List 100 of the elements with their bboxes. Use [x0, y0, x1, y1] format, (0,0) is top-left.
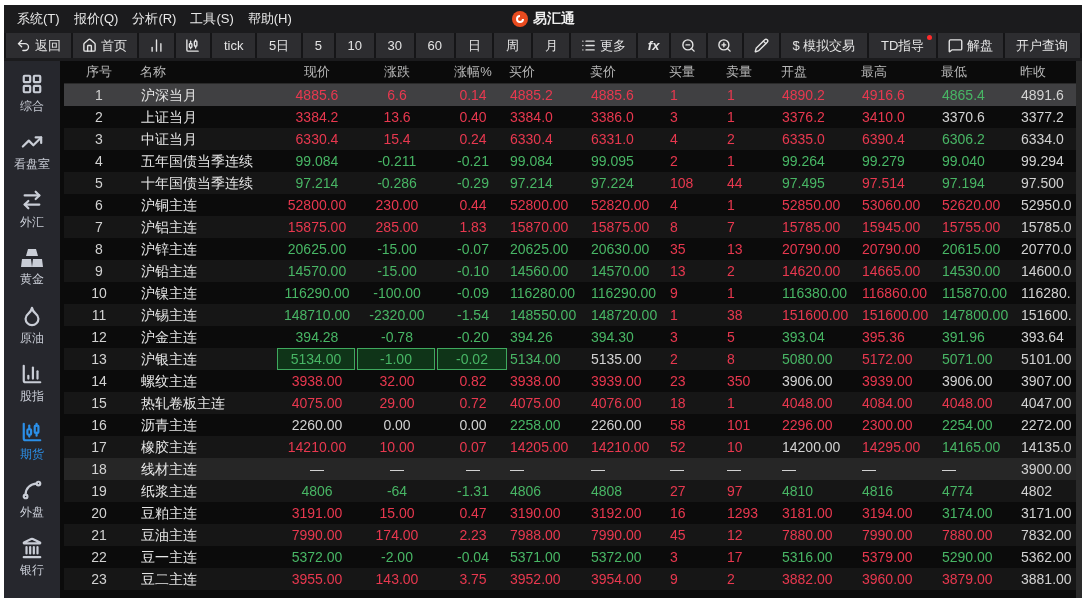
table-cell: -1.54 [457, 307, 489, 323]
column-header[interactable]: 涨跌 [357, 63, 437, 81]
toolbar-button[interactable] [707, 33, 743, 58]
table-row[interactable]: 13 沪银主连 5134.00 -1.00 -0.02 5134.00 5135.00 2 8 5080.00 5172.00 5071.00 5101.00 [64, 348, 1076, 370]
sidebar-item[interactable]: 黄金 [4, 239, 60, 297]
table-cell: 5134.00 [510, 351, 561, 367]
table-row[interactable]: 9 沪铅主连 14570.00 -15.00 -0.10 14560.00 14570.00 13 2 14620.00 14665.00 14530.00 14600.0 [64, 260, 1076, 282]
toolbar-button[interactable]: 更多 [571, 33, 637, 58]
table-cell: 5101.00 [1021, 351, 1072, 367]
table-cell: 393.04 [782, 329, 825, 345]
table-row[interactable]: 7 沪铝主连 15875.00 285.00 1.83 15870.00 15875.00 8 7 15785.00 15945.00 15755.00 15785.0 [64, 216, 1076, 238]
table-cell: 148720.00 [591, 307, 658, 323]
column-header[interactable]: 买价 [509, 63, 590, 81]
column-header[interactable]: 最低 [941, 63, 1020, 81]
column-header[interactable]: 卖量 [726, 63, 781, 81]
sidebar-item[interactable]: 银行 [4, 529, 60, 587]
table-row[interactable]: 5 十年国债当季连续 97.214 -0.286 -0.29 97.214 97.224 108 44 97.495 97.514 97.194 97.500 [64, 172, 1076, 194]
table-cell: 1 [670, 87, 678, 103]
row-number: 12 [91, 329, 107, 345]
table-cell: 18 [670, 395, 686, 411]
toolbar-button[interactable]: TD指导 [869, 33, 937, 58]
toolbar-button[interactable]: 返回 [6, 33, 71, 58]
toolbar-button[interactable]: tick [212, 33, 256, 58]
table-cell: 4802 [1021, 483, 1053, 499]
zoom-out-icon [680, 38, 696, 53]
table-cell: 4774 [942, 483, 974, 499]
logo-icon [511, 11, 528, 27]
table-cell: 4 [670, 197, 678, 213]
table-cell: -0.02 [456, 351, 488, 367]
table-cell: 99.264 [782, 153, 825, 169]
table-row[interactable]: 17 橡胶主连 14210.00 10.00 0.07 14205.00 14210.00 52 10 14200.00 14295.00 14165.00 14135.0 [64, 436, 1076, 458]
sidebar-item[interactable]: 外汇 [4, 181, 60, 239]
table-cell: 7990.00 [862, 527, 913, 543]
toolbar-button[interactable]: 首页 [72, 33, 138, 58]
table-row[interactable]: 3 中证当月 6330.4 15.4 0.24 6330.4 6331.0 4 2 6335.0 6390.4 6306.2 6334.0 [64, 128, 1076, 150]
toolbar-button[interactable]: 周 [494, 33, 531, 58]
table-row[interactable]: 1 沪深当月 4885.6 6.6 0.14 4885.2 4885.6 1 1 4890.2 4916.6 4865.4 4891.6 [64, 84, 1076, 106]
menu-item[interactable]: 帮助(H) [240, 10, 299, 28]
column-header[interactable]: 开盘 [781, 63, 861, 81]
table-row[interactable]: 21 豆油主连 7990.00 174.00 2.23 7988.00 7990.00 45 12 7880.00 7990.00 7880.00 7832.00 [64, 524, 1076, 546]
toolbar-button[interactable] [139, 33, 174, 58]
table-row[interactable]: 15 热轧卷板主连 4075.00 29.00 0.72 4075.00 4076.00 18 1 4048.00 4084.00 4048.00 4047.00 [64, 392, 1076, 414]
contract-name: 沪锡主连 [141, 307, 197, 323]
toolbar-button[interactable]: 60 [415, 33, 454, 58]
column-header[interactable]: 卖价 [590, 63, 669, 81]
toolbar-button[interactable]: fx [638, 33, 670, 58]
table-cell: 2260.00 [291, 417, 343, 433]
table-cell: 29.00 [379, 395, 415, 411]
column-header[interactable]: 现价 [277, 63, 357, 81]
column-header[interactable]: 名称 [134, 63, 277, 81]
table-cell: 52620.00 [942, 197, 1001, 213]
sidebar-item[interactable]: 原油 [4, 297, 60, 355]
column-header[interactable]: 涨幅% [437, 63, 509, 81]
toolbar-button[interactable]: 30 [375, 33, 414, 58]
toolbar-button[interactable]: 10 [335, 33, 374, 58]
connected-nodes-icon [21, 479, 43, 501]
toolbar-button[interactable] [175, 33, 211, 58]
column-header[interactable]: 序号 [64, 63, 134, 81]
table-cell: 6330.4 [295, 131, 339, 147]
table-cell: 4865.4 [942, 87, 985, 103]
column-header[interactable]: 最高 [861, 63, 941, 81]
table-cell: 3377.2 [1021, 109, 1064, 125]
column-header[interactable]: 昨收 [1020, 63, 1076, 81]
menu-item[interactable]: 报价(Q) [66, 10, 126, 28]
menu-item[interactable]: 系统(T) [10, 10, 67, 28]
table-cell: 3 [670, 549, 678, 565]
sidebar-item[interactable]: 综合 [4, 65, 60, 123]
sidebar-item[interactable]: 股指 [4, 355, 60, 413]
table-row[interactable]: 11 沪锡主连 148710.00 -2320.00 -1.54 148550.00 148720.00 1 38 151600.00 151600.00 147800.00 151600. [64, 304, 1076, 326]
table-row[interactable]: 19 纸浆主连 4806 -64 -1.31 4806 4808 27 97 4810 4816 4774 4802 [64, 480, 1076, 502]
table-cell: 2258.00 [510, 417, 561, 433]
toolbar-button[interactable]: 解盘 [938, 33, 1003, 58]
menu-item[interactable]: 分析(R) [125, 10, 184, 28]
menu-item[interactable]: 工具(S) [183, 10, 241, 28]
table-cell: 97.514 [862, 175, 905, 191]
table-cell: 1.83 [459, 219, 487, 235]
column-header[interactable]: 买量 [669, 63, 726, 81]
table-cell: 14200.00 [782, 439, 841, 455]
table-cell: 14530.00 [942, 263, 1001, 279]
table-cell: 3194.00 [862, 505, 913, 521]
toolbar-button[interactable]: 月 [532, 33, 570, 58]
table-row[interactable]: 23 豆二主连 3955.00 143.00 3.75 3952.00 3954.00 9 2 3882.00 3960.00 3879.00 3881.00 [64, 568, 1076, 590]
sidebar-item[interactable]: 期货 [4, 413, 60, 471]
table-cell: 116280. [1021, 285, 1071, 301]
sidebar-item[interactable]: 外盘 [4, 471, 60, 529]
sidebar-item[interactable]: 看盘室 [4, 123, 60, 181]
table-cell: 7880.00 [782, 527, 833, 543]
toolbar-button[interactable]: $ 模拟交易 [780, 33, 868, 58]
table-cell: 3190.00 [510, 505, 561, 521]
table-row[interactable]: 18 线材主连 — — — — — — — — — — 3900.00 [64, 458, 1076, 480]
table-cell: 0.00 [383, 417, 411, 433]
toolbar-button[interactable] [744, 33, 779, 58]
toolbar-button[interactable]: 5 [303, 33, 334, 58]
toolbar-button[interactable] [671, 33, 706, 58]
table-cell: 15755.00 [942, 219, 1001, 235]
toolbar-button[interactable]: 日 [455, 33, 493, 58]
toolbar-button[interactable]: 开户查询 [1004, 33, 1081, 58]
toolbar-button[interactable]: 5日 [257, 33, 301, 58]
table-cell: 394.26 [510, 329, 553, 345]
chat-icon [947, 38, 963, 53]
